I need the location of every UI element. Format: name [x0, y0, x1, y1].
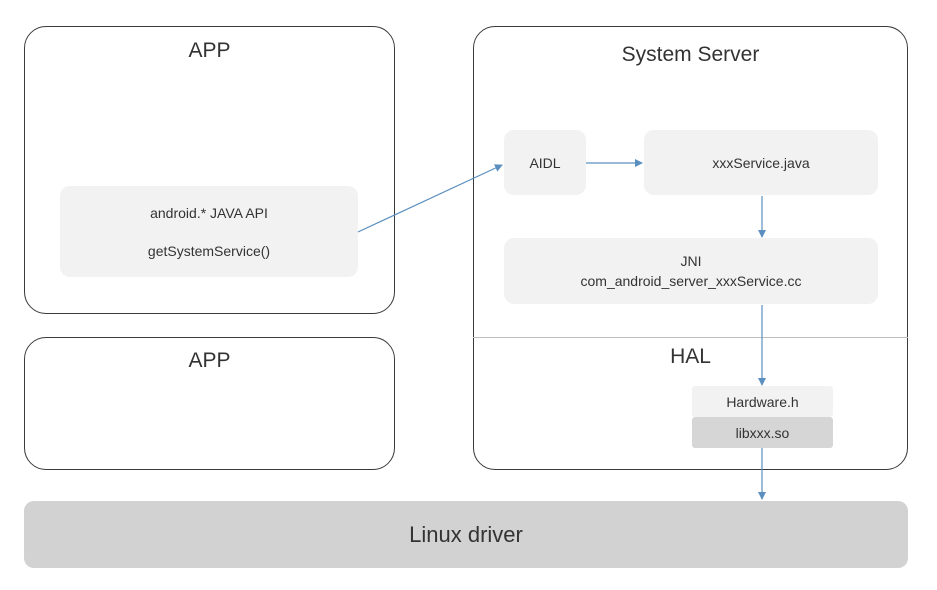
libxxx-so-label: libxxx.so [735, 424, 790, 441]
java-api-node: android.* JAVA API getSystemService() [60, 186, 358, 277]
linux-driver-label: Linux driver [409, 521, 523, 547]
app-bottom-title: APP [188, 349, 231, 372]
linux-driver-node: Linux driver [24, 501, 908, 568]
jni-node: JNI com_android_server_xxxService.cc [504, 238, 878, 304]
system-server-title: System Server [621, 43, 760, 66]
aidl-label: AIDL [529, 154, 561, 171]
app-top-title: APP [188, 39, 231, 62]
jni-file-label: com_android_server_xxxService.cc [580, 273, 802, 289]
get-system-service-label: getSystemService() [147, 242, 271, 259]
xxx-service-node: xxxService.java [644, 130, 878, 195]
java-api-label: android.* JAVA API [150, 204, 268, 221]
app-bottom-container: APP [24, 337, 395, 470]
libxxx-so-node: libxxx.so [692, 417, 833, 448]
hardware-h-label: Hardware.h [726, 393, 799, 410]
hal-title: HAL [670, 345, 711, 368]
hal-divider [473, 337, 908, 338]
jni-label: JNI [680, 253, 702, 269]
xxx-service-label: xxxService.java [712, 154, 810, 171]
aidl-node: AIDL [504, 130, 586, 195]
hardware-h-node: Hardware.h [692, 386, 833, 417]
